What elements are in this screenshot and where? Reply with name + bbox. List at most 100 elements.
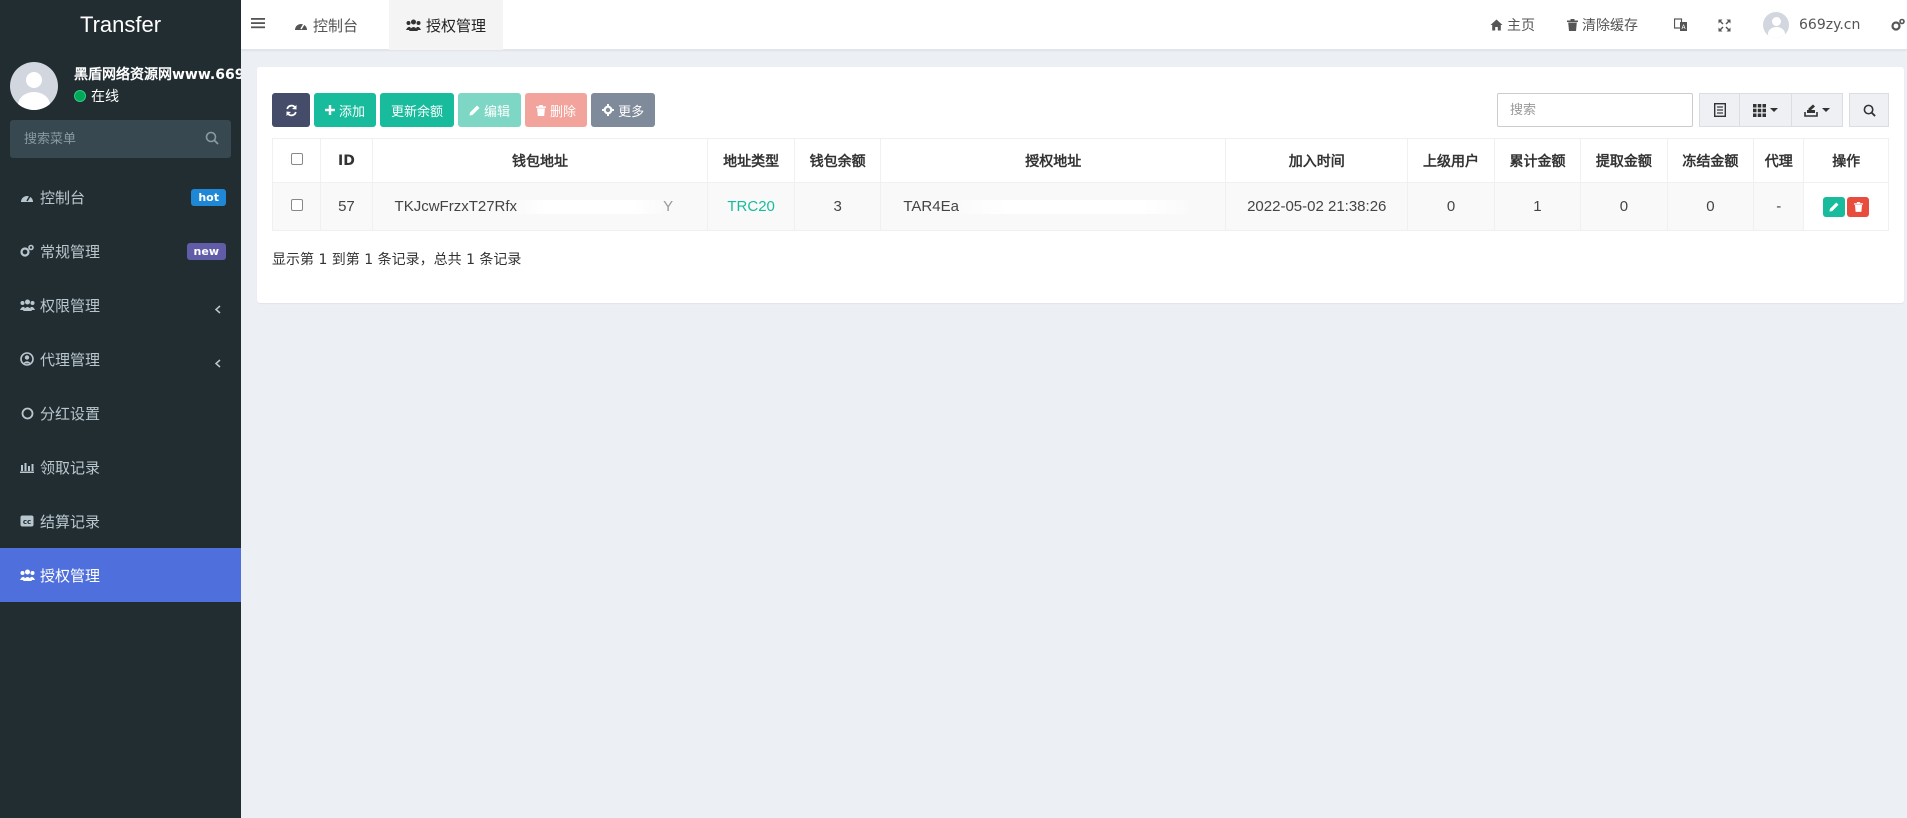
card-view-button[interactable] xyxy=(1699,93,1739,127)
row-checkbox[interactable] xyxy=(290,199,303,211)
settings-button[interactable] xyxy=(1891,0,1907,50)
user-circle-icon xyxy=(18,351,36,367)
clear-cache-button[interactable]: 清除缓存 xyxy=(1567,0,1638,50)
list-view-icon xyxy=(1713,103,1726,117)
sidebar-item-label: 授权管理 xyxy=(40,566,101,585)
svg-text:cc: cc xyxy=(23,518,31,526)
update-balance-label: 更新余额 xyxy=(391,104,444,120)
add-button[interactable]: 添加 xyxy=(314,93,377,127)
tab-dashboard[interactable]: 控制台 xyxy=(277,0,375,50)
wallet-address-prefix: TKJcwFrzxT27Rfx xyxy=(394,198,518,215)
row-edit-button[interactable] xyxy=(1823,196,1846,217)
chevron-down-icon xyxy=(1822,108,1830,112)
sidebar-item-dashboard[interactable]: 控制台 hot xyxy=(0,170,241,224)
sidebar-item-claim-records[interactable]: 领取记录 xyxy=(0,440,241,494)
app-logo-title[interactable]: Transfer xyxy=(0,0,241,50)
redacted-blur xyxy=(517,200,664,215)
search-icon[interactable] xyxy=(205,131,219,149)
sidebar-item-permissions[interactable]: 权限管理 xyxy=(0,278,241,332)
sidebar-item-label: 领取记录 xyxy=(40,458,101,477)
redacted-blur xyxy=(958,200,1189,215)
authorization-table: ID 钱包地址 地址类型 钱包余额 授权地址 加入时间 上级用户 累计金额 提取… xyxy=(271,138,1889,231)
new-badge: new xyxy=(186,243,226,260)
cell-parent-user: 0 xyxy=(1407,182,1495,231)
cell-withdrawn-amount: 0 xyxy=(1580,182,1668,231)
col-header[interactable]: 钱包地址 xyxy=(371,138,709,183)
address-type-link[interactable]: TRC20 xyxy=(727,198,775,215)
row-delete-button[interactable] xyxy=(1847,196,1870,217)
sidebar-item-agents[interactable]: 代理管理 xyxy=(0,332,241,386)
user-status-text: 在线 xyxy=(91,89,119,105)
col-header[interactable]: 授权地址 xyxy=(880,138,1227,183)
sidebar-item-label: 代理管理 xyxy=(40,350,101,369)
sidebar-item-dividend[interactable]: 分红设置 xyxy=(0,386,241,440)
columns-toggle-button[interactable] xyxy=(1739,93,1791,127)
tab-authorization[interactable]: 授权管理 xyxy=(389,0,504,50)
user-menu[interactable]: 669zy.cn xyxy=(1763,0,1860,50)
search-icon xyxy=(1863,104,1876,117)
sidebar-item-label: 常规管理 xyxy=(40,242,101,261)
col-header[interactable]: 地址类型 xyxy=(707,138,795,183)
home-link[interactable]: 主页 xyxy=(1490,0,1535,50)
top-navbar: 控制台 授权管理 主页 清除缓存 A 669zy.cn xyxy=(241,0,1907,50)
pagination-info: 显示第 1 到第 1 条记录，总共 1 条记录 xyxy=(272,252,522,268)
fullscreen-button[interactable] xyxy=(1718,0,1735,50)
home-icon xyxy=(1490,19,1503,31)
trash-icon xyxy=(1567,19,1578,31)
user-name: 黑盾网络资源网www.669zy.cn xyxy=(74,67,241,83)
sidebar-search xyxy=(10,120,231,158)
update-balance-button[interactable]: 更新余额 xyxy=(380,93,455,127)
grid-icon xyxy=(1753,103,1766,117)
sidebar-menu: 控制台 hot 常规管理 new 权限管理 代理管理 分红设置 领取记录 cc … xyxy=(0,170,241,602)
cell-wallet-address: TKJcwFrzxT27Rfx Y xyxy=(371,182,709,231)
refresh-button[interactable] xyxy=(272,93,310,127)
select-all-cell xyxy=(271,138,322,183)
group-icon xyxy=(406,19,421,31)
group-icon xyxy=(18,567,36,583)
edit-button[interactable]: 编辑 xyxy=(458,93,522,127)
advanced-search-button[interactable] xyxy=(1849,93,1889,127)
language-toggle[interactable]: A xyxy=(1674,0,1692,50)
cell-frozen-amount: 0 xyxy=(1666,182,1755,231)
col-header[interactable]: 上级用户 xyxy=(1407,138,1495,183)
export-button[interactable] xyxy=(1791,93,1843,127)
dashboard-icon xyxy=(18,189,36,205)
col-header[interactable]: 提取金额 xyxy=(1580,138,1668,183)
table-row[interactable]: 57 TKJcwFrzxT27Rfx Y TRC20 3 TAR4Ea 2022-… xyxy=(271,182,1889,231)
dashboard-icon xyxy=(295,23,307,30)
cell-address-type: TRC20 xyxy=(707,182,795,231)
row-select-cell xyxy=(271,182,322,231)
col-header[interactable]: ID xyxy=(320,138,373,183)
refresh-icon xyxy=(285,104,297,116)
table-header-row: ID 钱包地址 地址类型 钱包余额 授权地址 加入时间 上级用户 累计金额 提取… xyxy=(271,138,1889,183)
col-header[interactable]: 累计金额 xyxy=(1493,138,1582,183)
cell-agent: - xyxy=(1753,182,1805,231)
hot-badge: hot xyxy=(191,189,226,206)
sidebar-item-label: 控制台 xyxy=(40,188,86,207)
export-icon xyxy=(1804,104,1818,117)
sidebar-item-settlement-records[interactable]: cc 结算记录 xyxy=(0,494,241,548)
col-header[interactable]: 代理 xyxy=(1753,138,1805,183)
sidebar-search-input[interactable] xyxy=(10,120,231,158)
pencil-icon xyxy=(1829,201,1839,212)
table-search-input[interactable] xyxy=(1497,93,1693,127)
user-status: 在线 xyxy=(74,86,119,106)
col-header[interactable]: 加入时间 xyxy=(1225,138,1409,183)
delete-button[interactable]: 删除 xyxy=(525,93,588,127)
group-icon xyxy=(18,297,36,313)
delete-label: 删除 xyxy=(550,104,577,120)
content-panel: 添加 更新余额 编辑 删除 更多 搜索 ID 钱包地址 地址类型 钱包余额 授权… xyxy=(257,67,1904,303)
col-header[interactable]: 冻结金额 xyxy=(1666,138,1755,183)
sidebar-item-general[interactable]: 常规管理 new xyxy=(0,224,241,278)
tab-label: 授权管理 xyxy=(426,16,487,35)
more-button[interactable]: 更多 xyxy=(591,93,656,127)
user-menu-label: 669zy.cn xyxy=(1799,17,1861,33)
select-all-checkbox[interactable] xyxy=(290,152,303,165)
online-dot-icon xyxy=(74,90,86,102)
wallet-address-suffix: Y xyxy=(663,198,674,215)
user-avatar xyxy=(10,62,58,110)
menu-toggle-icon[interactable] xyxy=(251,15,267,35)
sidebar-item-authorization[interactable]: 授权管理 xyxy=(0,548,241,602)
cell-balance: 3 xyxy=(793,182,882,231)
col-header[interactable]: 钱包余额 xyxy=(793,138,882,183)
